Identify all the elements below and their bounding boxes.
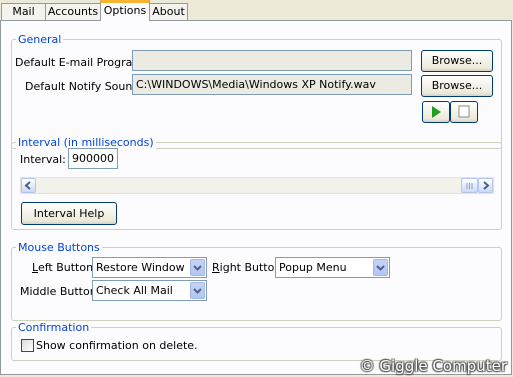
scroll-left-button[interactable] <box>21 178 36 193</box>
copyright-watermark: © Giggle Computer <box>359 357 507 375</box>
stop-icon <box>458 105 470 118</box>
confirm-delete-checkbox[interactable] <box>21 339 34 352</box>
tab-mail[interactable]: Mail <box>1 3 46 20</box>
middle-button-select[interactable]: Check All Mail <box>92 280 207 301</box>
interval-help-button[interactable]: Interval Help <box>21 202 117 225</box>
mouse-buttons-legend: Mouse Buttons <box>16 241 102 254</box>
notify-sound-label: Default Notify Sound: <box>25 80 144 93</box>
browse-sound-button[interactable]: Browse... <box>421 75 493 97</box>
confirm-delete-label[interactable]: Show confirmation on delete. <box>36 339 198 352</box>
interval-scrollbar[interactable] <box>20 177 494 194</box>
tab-strip: Mail Accounts Options About <box>0 0 513 21</box>
chevron-down-icon[interactable] <box>190 282 205 299</box>
interval-input[interactable]: 900000 <box>68 148 118 169</box>
options-panel: General Default E-mail Program: Browse..… <box>0 20 512 375</box>
stop-sound-button[interactable] <box>450 101 478 123</box>
notify-sound-field[interactable]: C:\WINDOWS\Media\Windows XP Notify.wav <box>132 74 412 95</box>
mouse-buttons-group: Mouse Buttons <box>11 241 502 321</box>
play-sound-button[interactable] <box>422 101 450 123</box>
confirmation-legend: Confirmation <box>16 321 92 334</box>
tab-accounts[interactable]: Accounts <box>45 3 101 20</box>
scroll-right-button[interactable] <box>478 178 493 193</box>
chevron-down-icon[interactable] <box>373 259 388 276</box>
chevron-down-icon[interactable] <box>190 259 205 276</box>
left-button-label: Left Button: <box>32 261 97 274</box>
play-icon <box>432 106 441 118</box>
middle-button-label: Middle Button: <box>20 285 101 298</box>
scroll-thumb[interactable] <box>461 178 478 193</box>
general-legend: General <box>16 33 64 46</box>
chevron-left-icon <box>24 181 31 190</box>
left-button-select[interactable]: Restore Window <box>92 257 207 278</box>
right-button-select[interactable]: Popup Menu <box>275 257 390 278</box>
email-program-field[interactable] <box>132 50 412 71</box>
tab-about[interactable]: About <box>149 3 188 20</box>
email-program-label: Default E-mail Program: <box>15 56 147 69</box>
browse-email-button[interactable]: Browse... <box>421 50 493 72</box>
tab-options[interactable]: Options <box>100 0 150 21</box>
interval-label: Interval: <box>20 153 66 166</box>
grip-icon <box>466 182 473 189</box>
chevron-right-icon <box>483 181 490 190</box>
